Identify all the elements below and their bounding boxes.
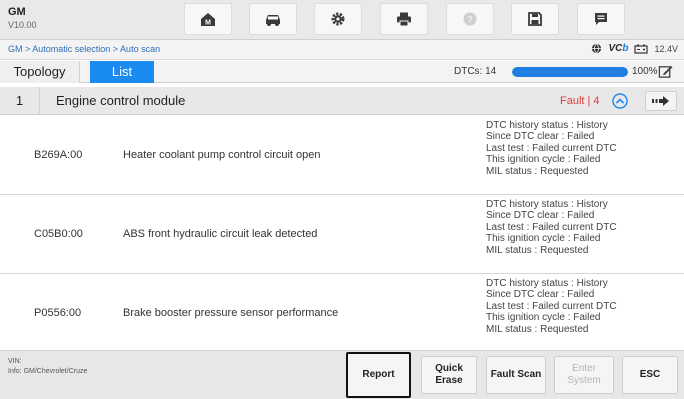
quick-erase-button[interactable]: Quick Erase [421, 356, 477, 394]
dtc-status: DTC history status : History Since DTC cl… [486, 199, 676, 256]
dtc-count: DTCs: 14 [454, 66, 497, 77]
dtc-row[interactable]: P0556:00 Brake booster pressure sensor pe… [0, 274, 684, 353]
battery-icon [634, 44, 649, 54]
message-icon [595, 13, 607, 25]
dtc-code: B269A:00 [34, 149, 83, 161]
globe-icon [592, 43, 602, 54]
dtc-row[interactable]: B269A:00 Heater coolant pump control circ… [0, 116, 684, 195]
tab-list[interactable]: List [90, 61, 154, 83]
breadcrumb-bar: GM > Automatic selection > Auto scan VCb… [0, 40, 684, 60]
view-tabs: Topology List DTCs: 14 100% [0, 61, 684, 83]
print-button[interactable] [380, 3, 428, 35]
fault-scan-button[interactable]: Fault Scan [486, 356, 546, 394]
enter-module-button[interactable] [645, 91, 677, 111]
svg-text:?: ? [467, 15, 473, 25]
dtc-status-line: MIL status : Requested [486, 323, 589, 335]
breadcrumb[interactable]: GM > Automatic selection > Auto scan [8, 44, 160, 54]
dtc-status-line: Since DTC clear : Failed [486, 131, 595, 143]
dtc-status: DTC history status : History Since DTC cl… [486, 278, 676, 335]
esc-button[interactable]: ESC [622, 356, 678, 394]
module-fault-count: Fault | 4 [560, 95, 600, 107]
dtc-status-line: Last test : Failed current DTC [486, 221, 617, 233]
app-name: GM [8, 6, 26, 18]
dtc-status-line: MIL status : Requested [486, 165, 589, 177]
edit-icon[interactable] [658, 64, 673, 79]
scan-progress-bar [512, 67, 628, 77]
module-header: 1 Engine control module Fault | 4 [0, 87, 684, 115]
report-button[interactable]: Report [346, 352, 411, 398]
collapse-chevron-icon[interactable] [612, 93, 628, 109]
app-version: V10.00 [8, 20, 37, 30]
message-button[interactable] [577, 3, 625, 35]
printer-icon [397, 12, 411, 27]
dtc-status-line: DTC history status : History [486, 199, 608, 210]
app-brand: GM V10.00 [8, 6, 37, 31]
dtc-description: ABS front hydraulic circuit leak detecte… [123, 228, 318, 240]
vci-status: VCb [608, 43, 628, 54]
scan-progress-percent: 100% [632, 66, 658, 77]
dtc-status-line: DTC history status : History [486, 120, 608, 131]
dtc-status-line: This ignition cycle : Failed [486, 312, 601, 324]
gear-icon [331, 12, 345, 26]
dtc-description: Brake booster pressure sensor performanc… [123, 307, 339, 319]
help-button[interactable]: ? [446, 3, 494, 35]
settings-button[interactable] [314, 3, 362, 35]
vin-label: VIN: [8, 358, 22, 365]
module-name: Engine control module [56, 93, 186, 108]
vci-label: VC [608, 43, 623, 54]
dtc-status-line: DTC history status : History [486, 278, 608, 289]
top-toolbar: GM V10.00 M ? [0, 0, 684, 40]
dtc-code: P0556:00 [34, 307, 82, 319]
dtc-description: Heater coolant pump control circuit open [123, 149, 321, 161]
enter-system-label-2: System [567, 375, 601, 386]
dtc-status-line: Last test : Failed current DTC [486, 300, 617, 312]
module-index: 1 [0, 87, 40, 115]
dtc-status-line: MIL status : Requested [486, 244, 589, 256]
dtc-status: DTC history status : History Since DTC cl… [486, 120, 676, 177]
dtc-row[interactable]: C05B0:00 ABS front hydraulic circuit leak… [0, 195, 684, 274]
vehicle-swap-button[interactable] [249, 3, 297, 35]
bottom-bar: VIN: Info: GM/Chevrolet/Cruze Report Qui… [0, 350, 684, 399]
dtc-status-line: This ignition cycle : Failed [486, 154, 601, 166]
scan-progress-fill [512, 67, 628, 77]
arrow-right-icon [652, 96, 669, 106]
tab-topology[interactable]: Topology [0, 61, 80, 83]
dtc-list: B269A:00 Heater coolant pump control circ… [0, 116, 684, 353]
svg-text:M: M [205, 20, 211, 27]
home-button[interactable]: M [184, 3, 232, 35]
vci-label-accent: b [622, 43, 629, 54]
quick-erase-label-1: Quick [435, 363, 463, 374]
save-icon [528, 12, 542, 26]
vehicle-info: VIN: Info: GM/Chevrolet/Cruze [8, 357, 87, 377]
connection-status: VCb 12.4V [591, 43, 678, 54]
dtc-code: C05B0:00 [34, 228, 83, 240]
save-button[interactable] [511, 3, 559, 35]
enter-system-label-1: Enter [572, 363, 596, 374]
home-icon: M [201, 13, 215, 27]
enter-system-button[interactable]: Enter System [554, 356, 614, 394]
dtc-status-line: This ignition cycle : Failed [486, 233, 601, 245]
dtc-status-line: Since DTC clear : Failed [486, 289, 595, 301]
dtc-status-line: Last test : Failed current DTC [486, 142, 617, 154]
quick-erase-label-2: Erase [435, 375, 463, 386]
voltage-readout: 12.4V [654, 43, 678, 54]
help-icon: ? [463, 12, 477, 26]
vehicle-info-text: Info: GM/Chevrolet/Cruze [8, 368, 88, 375]
dtc-status-line: Since DTC clear : Failed [486, 210, 595, 222]
vehicle-swap-icon [266, 15, 280, 26]
